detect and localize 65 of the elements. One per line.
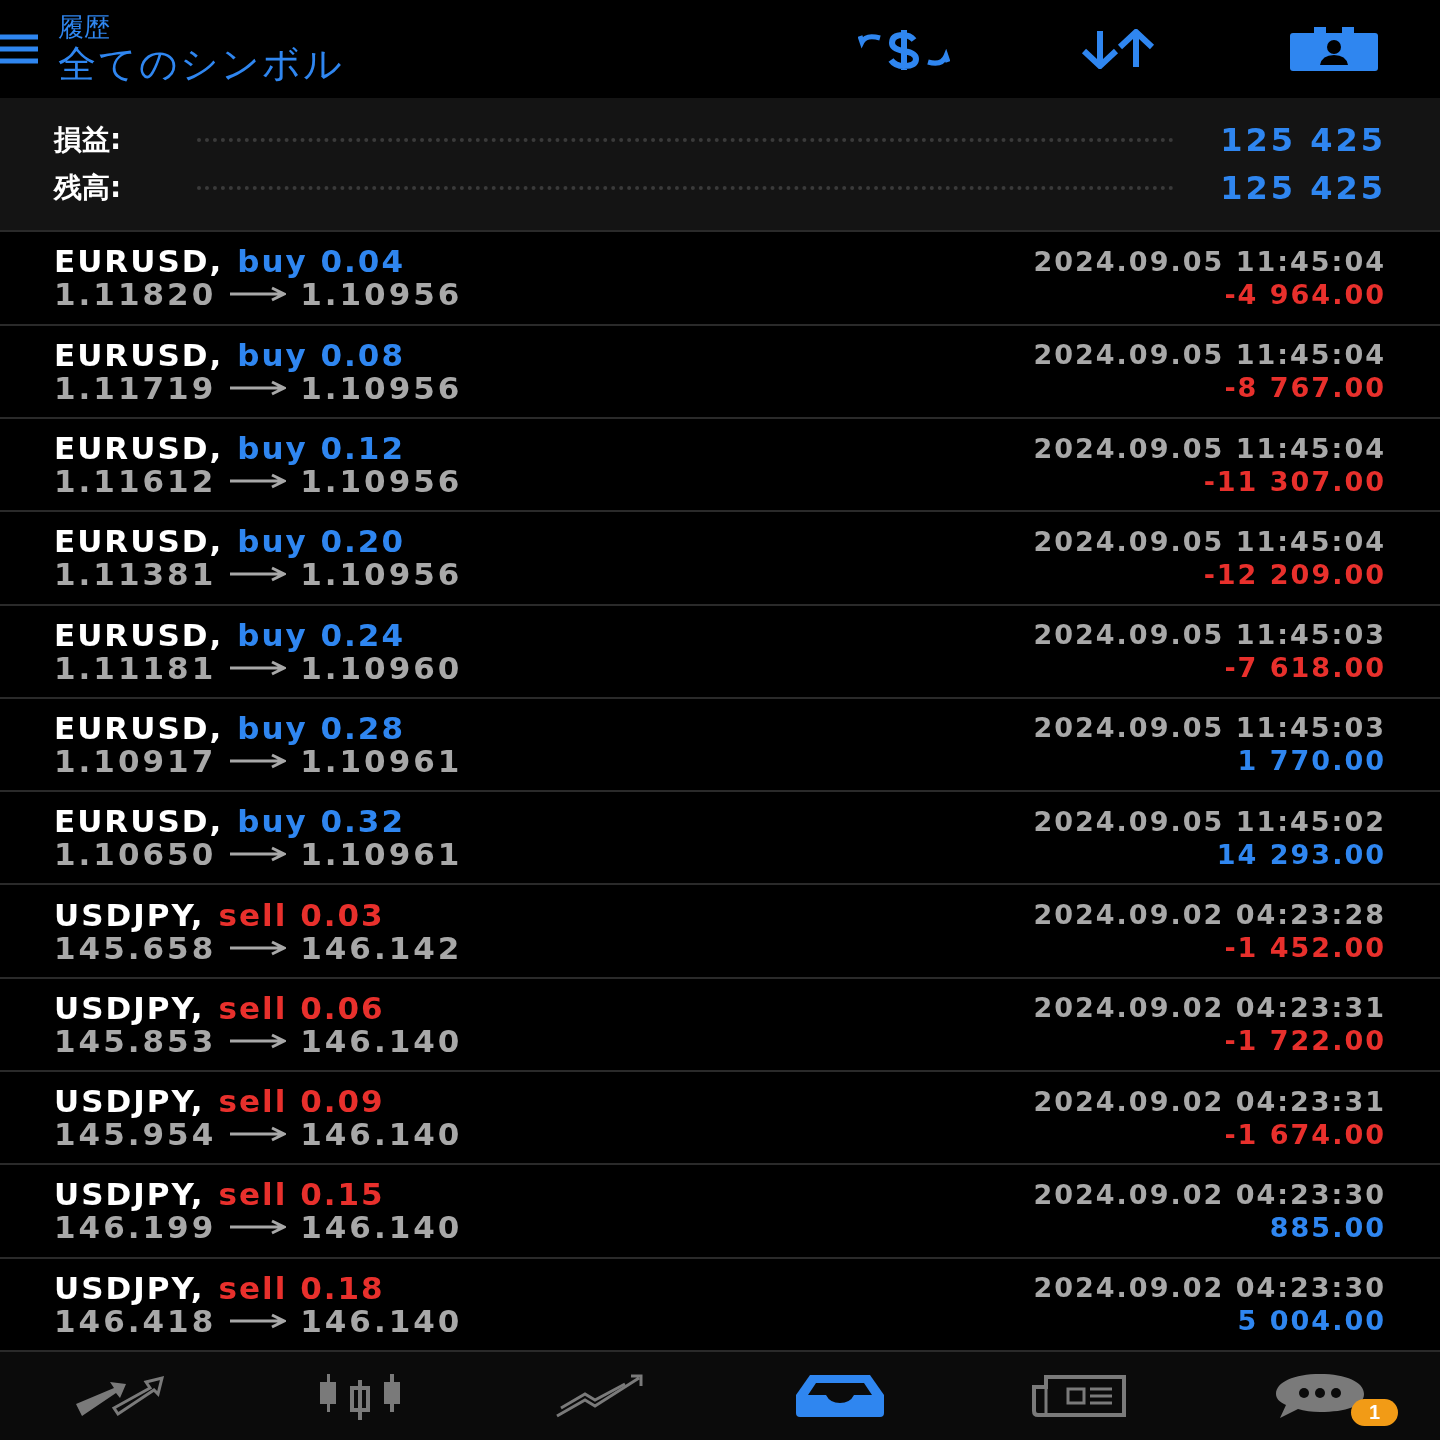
deal-time: 2024.09.05 11:45:02	[1033, 804, 1386, 838]
deal-profit: 1 770.00	[1237, 744, 1386, 778]
summary-label: 損益:	[54, 122, 122, 159]
deal-profit: -1 452.00	[1224, 931, 1386, 965]
deal-time: 2024.09.02 04:23:31	[1033, 991, 1386, 1025]
arrow-icon	[230, 752, 287, 769]
deal-symbol: USDJPY,	[54, 1176, 205, 1213]
menu-icon[interactable]	[0, 34, 38, 65]
deal-profit: -12 209.00	[1203, 557, 1386, 591]
arrow-icon	[230, 659, 287, 676]
arrow-icon	[230, 286, 287, 303]
arrow-icon	[230, 379, 287, 396]
deal-time: 2024.09.02 04:23:31	[1033, 1084, 1386, 1118]
trend-icon	[555, 1373, 645, 1418]
deal-time: 2024.09.05 11:45:04	[1033, 524, 1386, 558]
deal-profit: 885.00	[1269, 1210, 1386, 1244]
deal-profit: -8 767.00	[1224, 371, 1386, 405]
notification-badge: 1	[1350, 1398, 1398, 1426]
arrow-icon	[230, 566, 287, 583]
deal-symbol: USDJPY,	[54, 1083, 205, 1120]
summary-value: 125 425	[1220, 121, 1386, 160]
screen-title[interactable]: 全てのシンボル	[58, 42, 739, 87]
screen-subtitle: 履歴	[58, 12, 111, 43]
deal-row[interactable]: EURUSD, buy 0.20 1.11381 1.10956 2024.09.05 11:45:04 -12 209.00	[0, 512, 1440, 606]
summary-value: 125 425	[1220, 169, 1386, 208]
arrow-icon	[230, 1032, 287, 1049]
deal-row[interactable]: USDJPY, sell 0.06 145.853 146.140 2024.09.02 04:23:31 -1 722.00	[0, 978, 1440, 1072]
arrows-icon	[74, 1373, 166, 1418]
arrow-icon	[230, 1219, 287, 1236]
newspaper-icon	[1032, 1372, 1128, 1419]
deal-profit: -1 722.00	[1224, 1024, 1386, 1058]
arrow-icon	[230, 846, 287, 863]
deal-row[interactable]: EURUSD, buy 0.04 1.11820 1.10956 2024.09.05 11:45:04 -4 964.00	[0, 232, 1440, 326]
deal-row[interactable]: EURUSD, buy 0.32 1.10650 1.10961 2024.09.05 11:45:02 14 293.00	[0, 792, 1440, 886]
deal-time: 2024.09.05 11:45:04	[1033, 338, 1386, 372]
deal-profit: -11 307.00	[1203, 464, 1386, 498]
deal-time: 2024.09.02 04:23:30	[1033, 1177, 1386, 1211]
deal-row[interactable]: EURUSD, buy 0.24 1.11181 1.10960 2024.09.05 11:45:03 -7 618.00	[0, 605, 1440, 699]
deal-time: 2024.09.05 11:45:04	[1033, 431, 1386, 465]
summary-label: 残高:	[54, 170, 122, 207]
deal-profit: 5 004.00	[1237, 1304, 1386, 1338]
deal-profit: -1 674.00	[1224, 1117, 1386, 1151]
deal-profit: 14 293.00	[1216, 837, 1386, 871]
deal-row[interactable]: EURUSD, buy 0.12 1.11612 1.10956 2024.09.05 11:45:04 -11 307.00	[0, 418, 1440, 513]
arrow-icon	[230, 939, 287, 956]
deal-symbol: USDJPY,	[54, 896, 205, 933]
inbox-icon	[794, 1372, 886, 1419]
deal-time: 2024.09.02 04:23:30	[1033, 1271, 1386, 1305]
deal-row[interactable]: USDJPY, sell 0.09 145.954 146.140 2024.09.02 04:23:31 -1 674.00	[0, 1072, 1440, 1166]
deal-symbol: USDJPY,	[54, 989, 205, 1026]
arrow-icon	[230, 1312, 287, 1329]
deal-profit: -4 964.00	[1224, 277, 1386, 311]
deal-row[interactable]: EURUSD, buy 0.28 1.10917 1.10961 2024.09.05 11:45:03 1 770.00	[0, 698, 1440, 793]
deal-row[interactable]: USDJPY, sell 0.15 146.199 146.140 2024.09.02 04:23:30 885.00	[0, 1165, 1440, 1259]
deal-profit: -7 618.00	[1224, 651, 1386, 685]
deal-symbol: USDJPY,	[54, 1269, 205, 1306]
deal-time: 2024.09.05 11:45:03	[1033, 618, 1386, 652]
arrow-icon	[230, 473, 287, 490]
deal-time: 2024.09.02 04:23:28	[1033, 898, 1386, 932]
deal-row[interactable]: USDJPY, sell 0.03 145.658 146.142 2024.09.02 04:23:28 -1 452.00	[0, 885, 1440, 979]
arrow-icon	[230, 1126, 287, 1143]
deal-time: 2024.09.05 11:45:04	[1033, 244, 1386, 278]
chat-icon	[1274, 1371, 1366, 1420]
deal-time: 2024.09.05 11:45:03	[1033, 711, 1386, 745]
deal-row[interactable]: EURUSD, buy 0.08 1.11719 1.10956 2024.09.05 11:45:04 -8 767.00	[0, 325, 1440, 419]
